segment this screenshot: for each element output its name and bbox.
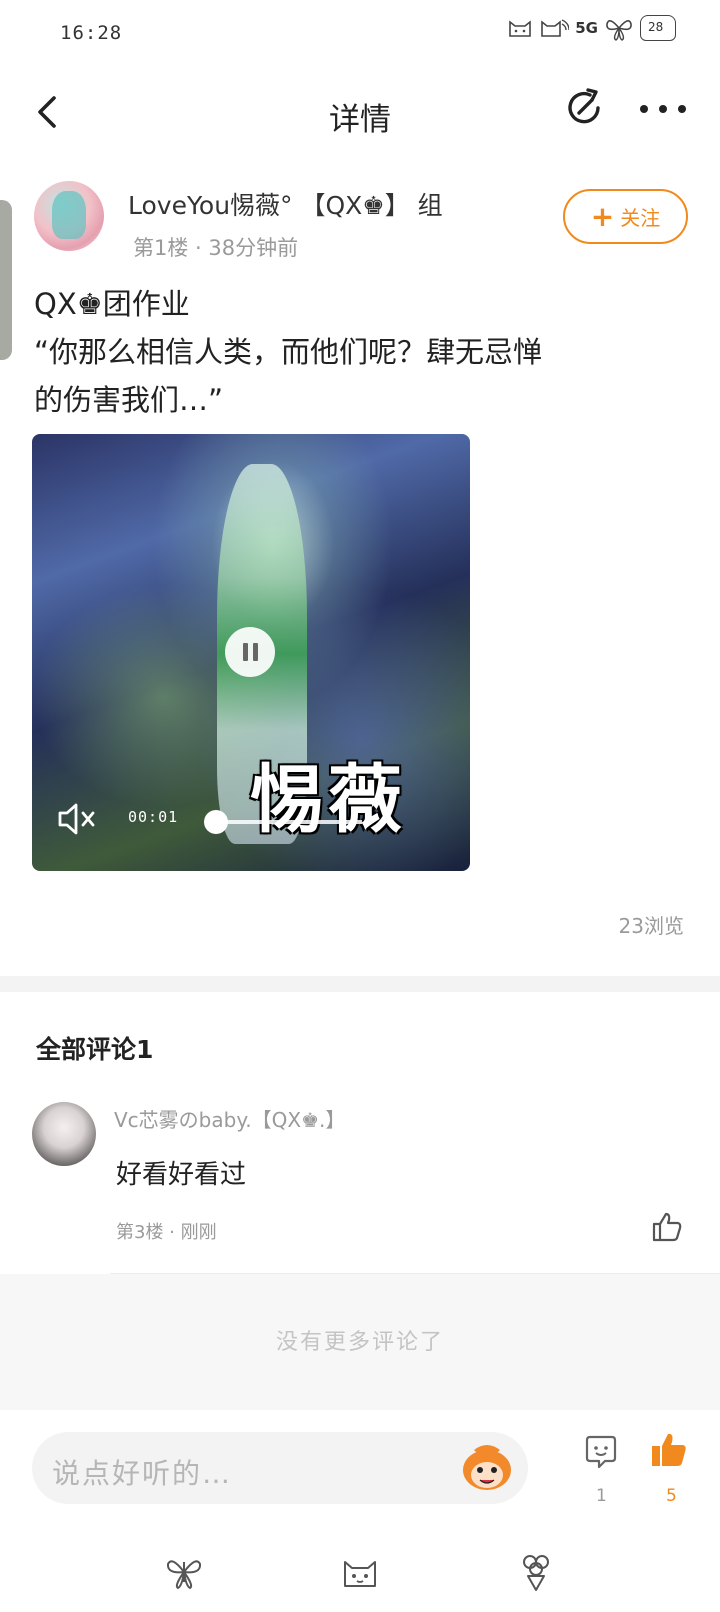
author-name[interactable]: LoveYou惕薇° 【QX♚】 组 xyxy=(128,186,443,222)
more-dot xyxy=(640,105,648,113)
post-line: QX♚团作业 xyxy=(34,287,190,321)
butterfly-signal-icon xyxy=(606,20,632,41)
video-watermark: 惕薇 xyxy=(250,757,406,843)
author-avatar[interactable] xyxy=(34,181,104,251)
pause-bar xyxy=(252,643,258,661)
no-more-comments: 没有更多评论了 xyxy=(0,1274,720,1410)
pause-bar xyxy=(242,643,248,661)
status-bar: 16:28 5G 28 xyxy=(0,0,720,66)
comments-heading: 全部评论1 xyxy=(36,1035,154,1064)
battery-level: 28 xyxy=(648,20,664,34)
no-more-text: 没有更多评论了 xyxy=(275,1330,444,1355)
flower-bouquet-icon xyxy=(523,1555,549,1591)
comment-input-placeholder: 说点好听的… xyxy=(52,1457,233,1490)
cat-icon xyxy=(509,20,532,37)
header: 详情 xyxy=(0,70,720,154)
bottom-action-bar: 说点好听的… 1 5 xyxy=(0,1410,720,1520)
like-count: 5 xyxy=(666,1486,677,1506)
comment-meta: 第3楼 · 刚刚 xyxy=(116,1222,217,1243)
page-title: 详情 xyxy=(329,102,391,138)
system-nav-bar xyxy=(0,1530,720,1612)
comment-like-button[interactable] xyxy=(650,1210,684,1244)
status-icons: 5G 28 xyxy=(507,14,676,42)
pause-button[interactable] xyxy=(225,627,275,677)
comment-text: 好看好看过 xyxy=(116,1160,247,1190)
post-line: “你那么相信人类，而他们呢？肆无忌惮 xyxy=(34,335,543,369)
comment-item: Vc芯雾のbaby.【QX♚.】 好看好看过 第3楼 · 刚刚 xyxy=(0,1090,720,1270)
mute-button[interactable] xyxy=(56,799,100,839)
share-button[interactable] xyxy=(562,86,606,130)
monkey-emoji-icon[interactable] xyxy=(460,1442,514,1494)
video-progress-knob[interactable] xyxy=(204,810,228,834)
video-progress-track[interactable] xyxy=(212,820,362,824)
comment-count: 1 xyxy=(596,1486,607,1506)
cat-face-icon xyxy=(344,1561,376,1587)
network-label: 5G xyxy=(575,19,598,37)
post-meta: 第1楼 · 38分钟前 xyxy=(133,236,299,260)
comment-bubble-icon xyxy=(585,1435,617,1469)
post-body: QX♚团作业 “你那么相信人类，而他们呢？肆无忌惮 的伤害我们…” xyxy=(34,280,694,424)
share-refresh-icon xyxy=(568,88,600,124)
nav-home-button[interactable] xyxy=(340,1552,380,1592)
video-current-time: 00:01 xyxy=(128,808,179,826)
like-button[interactable] xyxy=(650,1430,688,1470)
plus-icon: + xyxy=(590,199,615,233)
post-line: 的伤害我们…” xyxy=(34,383,224,417)
commenter-avatar[interactable] xyxy=(32,1102,96,1166)
commenter-name[interactable]: Vc芯雾のbaby.【QX♚.】 xyxy=(114,1104,345,1133)
follow-button[interactable]: + 关注 xyxy=(563,189,688,244)
butterfly-icon xyxy=(166,1560,202,1590)
thumbs-up-icon xyxy=(652,1212,682,1242)
status-time: 16:28 xyxy=(60,22,123,44)
side-drawer-handle[interactable] xyxy=(0,200,12,360)
follow-label: 关注 xyxy=(620,206,661,230)
speaker-muted-icon xyxy=(58,803,95,835)
battery-icon: 28 xyxy=(640,15,676,41)
cat-wifi-icon xyxy=(541,19,570,37)
more-button[interactable] xyxy=(640,94,686,124)
section-divider xyxy=(0,976,720,992)
comment-count-button[interactable] xyxy=(583,1434,619,1470)
nav-back-button[interactable] xyxy=(164,1552,204,1592)
thumbs-up-filled-icon xyxy=(652,1433,686,1466)
comment-input[interactable]: 说点好听的… xyxy=(32,1432,528,1504)
nav-recents-button[interactable] xyxy=(516,1552,556,1592)
view-count: 23浏览 xyxy=(618,914,684,938)
more-dot xyxy=(678,105,686,113)
more-dot xyxy=(659,105,667,113)
video-player[interactable]: 惕薇 00:01 xyxy=(32,434,470,871)
